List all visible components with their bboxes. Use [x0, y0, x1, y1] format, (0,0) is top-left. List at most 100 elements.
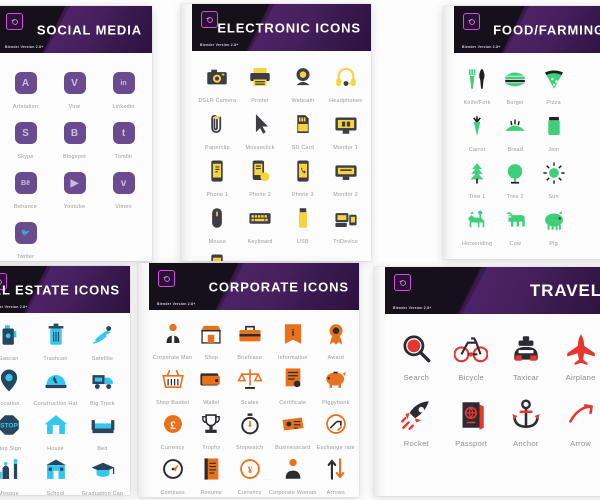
location-icon[interactable] — [0, 364, 22, 396]
icon-cell[interactable]: S Skype — [1, 117, 50, 160]
sd-card-icon[interactable] — [290, 108, 316, 140]
icon-cell[interactable]: Pizza — [535, 63, 573, 106]
social-tile[interactable]: A — [14, 72, 37, 94]
corporate-man-icon[interactable] — [160, 318, 186, 350]
icon-cell[interactable]: Location — [0, 364, 32, 407]
icon-cell[interactable]: Bicycle — [444, 328, 499, 382]
mosque-icon[interactable] — [0, 454, 22, 486]
icon-cell[interactable]: Resume — [192, 453, 230, 496]
social-tile[interactable]: ▶ — [63, 172, 86, 194]
icon-cell[interactable]: Arrows — [317, 453, 355, 496]
icon-cell[interactable]: Trashcan — [32, 319, 79, 362]
icon-cell[interactable]: i Information — [269, 318, 317, 361]
corporate-woman-icon[interactable] — [280, 453, 306, 485]
shop-icon[interactable] — [198, 318, 224, 350]
gascan-icon[interactable] — [0, 319, 22, 351]
webcam-icon[interactable] — [290, 61, 316, 93]
sun-icon[interactable] — [541, 157, 567, 189]
icon-cell[interactable]: Satellite — [79, 319, 126, 362]
bed-icon[interactable] — [90, 409, 116, 441]
phone-2-icon[interactable] — [247, 155, 273, 187]
icon-cell[interactable]: Scales — [231, 363, 269, 406]
knife-fork-icon[interactable] — [464, 63, 490, 95]
icon-cell[interactable]: School — [32, 454, 79, 495]
jam-icon[interactable] — [541, 110, 567, 142]
icon-cell[interactable]: Phone 2 — [239, 155, 282, 198]
icon-cell[interactable]: Shop Basket — [153, 363, 192, 406]
icon-cell[interactable]: Monitor 2 — [324, 155, 367, 198]
cow-icon[interactable] — [502, 204, 528, 236]
arrow-icon[interactable] — [564, 394, 598, 436]
dslr-camera-icon[interactable] — [204, 61, 230, 93]
monitor-2-icon[interactable] — [333, 155, 359, 187]
pig-icon[interactable] — [541, 204, 567, 236]
icon-cell[interactable]: TriDevice — [324, 202, 367, 245]
icon-cell[interactable]: Webcam — [282, 61, 325, 104]
icon-cell[interactable]: Corporate Man — [153, 318, 192, 361]
icon-cell[interactable]: Pig — [535, 204, 573, 247]
icon-cell[interactable]: Corporate Woman — [269, 453, 317, 496]
wallet-icon[interactable] — [198, 363, 224, 395]
currency-yen-icon[interactable]: ¥ — [237, 453, 263, 485]
linkedin-icon[interactable]: in — [112, 67, 135, 99]
icon-cell[interactable]: Bē Behance — [1, 167, 50, 210]
panel-real-estate-icons[interactable]: Blender Version 2.8+ REAL ESTATE ICONS G… — [0, 266, 130, 495]
icon-cell[interactable]: Horseriding — [458, 204, 496, 247]
pizza-icon[interactable] — [541, 63, 567, 95]
icon-cell[interactable]: Printer — [239, 61, 282, 104]
anchor-icon[interactable] — [509, 394, 543, 436]
headphones-icon[interactable] — [333, 61, 359, 93]
icon-cell[interactable]: Mouseclick — [239, 108, 282, 151]
icon-cell[interactable]: Paperclip — [196, 108, 239, 151]
satellite-icon[interactable] — [90, 319, 116, 351]
icon-cell[interactable]: Tree 2 — [496, 157, 534, 200]
house-icon[interactable] — [43, 409, 69, 441]
icon-cell[interactable]: Exchange rate — [317, 408, 355, 451]
icon-cell[interactable]: Bread — [496, 110, 534, 153]
icon-cell[interactable]: Mosque — [0, 454, 32, 495]
social-tile[interactable]: 🐦 — [14, 222, 37, 244]
icon-cell[interactable]: Construction Hat — [32, 364, 79, 407]
school-icon[interactable] — [43, 454, 69, 486]
currency-pound-icon[interactable]: £ — [160, 408, 186, 440]
stopwatch-icon[interactable] — [237, 408, 263, 440]
icon-cell[interactable]: Stopwatch — [231, 408, 269, 451]
icon-cell[interactable]: SD Card — [282, 108, 325, 151]
icon-cell[interactable]: B Blogspot — [50, 117, 99, 160]
icon-cell[interactable]: Keyboard — [239, 202, 282, 245]
vine-icon[interactable]: V — [63, 67, 86, 99]
icon-cell[interactable]: Graduation Cap — [79, 454, 126, 495]
icon-cell[interactable]: Certificate — [269, 363, 317, 406]
icon-cell[interactable]: STOP Stop Sign — [0, 409, 32, 452]
tumblr-icon[interactable]: t — [112, 117, 135, 149]
icon-cell[interactable]: t Tumblr — [99, 117, 148, 160]
icon-cell[interactable]: 🐦 Twitter — [1, 217, 50, 260]
stop-sign-icon[interactable]: STOP — [0, 409, 22, 441]
icon-cell[interactable]: Rocket — [389, 394, 444, 448]
arrows-icon[interactable] — [323, 453, 349, 485]
blogspot-icon[interactable]: B — [63, 117, 86, 149]
construction-hat-icon[interactable] — [43, 364, 69, 396]
icon-cell[interactable]: Tree 1 — [458, 157, 496, 200]
icon-cell[interactable]: Headphones — [324, 61, 367, 104]
icon-cell[interactable]: Taxicar — [499, 328, 554, 382]
piggybank-icon[interactable] — [323, 363, 349, 395]
scales-icon[interactable] — [237, 363, 263, 395]
icon-cell[interactable]: Arrow — [553, 394, 600, 448]
carrot-icon[interactable] — [464, 110, 490, 142]
icon-cell[interactable]: Wallet — [192, 363, 230, 406]
icon-cell[interactable]: Mouse — [196, 202, 239, 245]
skype-icon[interactable]: S — [14, 117, 37, 149]
passport-icon[interactable] — [454, 394, 488, 436]
panel-electronic-icons[interactable]: Blender Version 2.8+ ELECTRONIC ICONS DS… — [181, 4, 371, 261]
social-tile[interactable]: S — [14, 122, 37, 144]
taxicar-icon[interactable] — [509, 328, 543, 370]
tridevice-icon[interactable] — [333, 202, 359, 234]
icon-cell[interactable]: Sun — [535, 157, 573, 200]
icon-cell[interactable]: Cow — [496, 204, 534, 247]
icon-cell[interactable]: Anchor — [499, 394, 554, 448]
businesscard-icon[interactable] — [280, 408, 306, 440]
icon-cell[interactable]: Big Truck — [79, 364, 126, 407]
icon-cell[interactable]: House — [32, 409, 79, 452]
vimeo-icon[interactable]: v — [112, 167, 135, 199]
